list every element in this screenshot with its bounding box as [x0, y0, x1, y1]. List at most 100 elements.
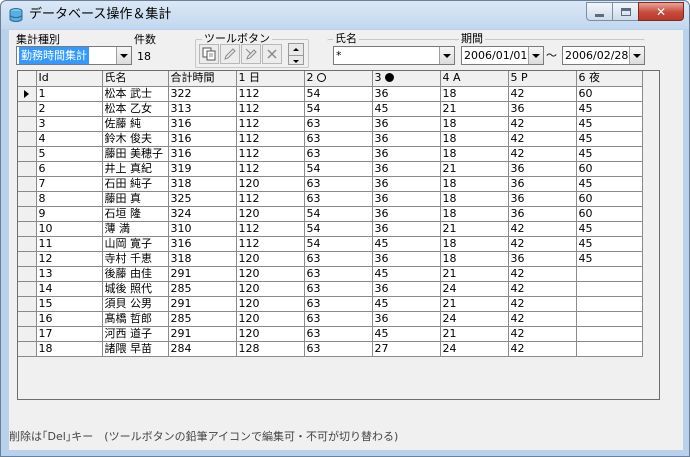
table-cell[interactable]: 17 [36, 326, 103, 342]
table-cell[interactable] [576, 281, 643, 297]
table-cell[interactable]: 36 [372, 146, 441, 162]
table-cell[interactable]: 319 [168, 161, 237, 177]
table-cell[interactable] [576, 266, 643, 282]
edit-locked-button[interactable] [241, 44, 261, 64]
table-cell[interactable]: 36 [372, 251, 441, 267]
table-cell[interactable]: 18 [440, 146, 509, 162]
column-header[interactable]: 1 日 [236, 71, 305, 87]
table-cell[interactable]: 42 [508, 146, 577, 162]
table-cell[interactable]: 21 [440, 101, 509, 117]
aggregation-select[interactable]: 勤務時間集計 [16, 46, 132, 65]
table-cell[interactable]: 諸隈 早苗 [102, 341, 169, 357]
table-cell[interactable]: 45 [372, 296, 441, 312]
row-spinner[interactable] [288, 43, 304, 65]
table-cell[interactable]: 45 [372, 326, 441, 342]
table-cell[interactable]: 291 [168, 266, 237, 282]
table-cell[interactable]: 18 [440, 206, 509, 222]
table-row[interactable]: 14 城後 照代 285 120 63 36 24 42 [18, 281, 643, 297]
table-cell[interactable]: 63 [304, 311, 373, 327]
column-header[interactable]: 氏名 [102, 71, 169, 87]
table-cell[interactable]: 16 [36, 311, 103, 327]
table-row[interactable]: 5 藤田 美穂子 316 112 63 36 18 42 45 [18, 146, 643, 162]
table-cell[interactable]: 42 [508, 296, 577, 312]
table-cell[interactable]: 井上 真紀 [102, 161, 169, 177]
column-header[interactable]: 3 [372, 71, 441, 87]
copy-button[interactable] [199, 44, 219, 64]
column-header[interactable]: Id [36, 71, 103, 87]
table-cell[interactable]: 寺村 千恵 [102, 251, 169, 267]
maximize-button[interactable] [612, 2, 639, 21]
row-selector[interactable] [18, 101, 37, 117]
row-selector-header[interactable] [18, 71, 37, 87]
table-cell[interactable]: 45 [576, 131, 643, 147]
table-cell[interactable]: 42 [508, 116, 577, 132]
column-header[interactable]: 合計時間 [168, 71, 237, 87]
table-cell[interactable]: 河西 道子 [102, 326, 169, 342]
table-cell[interactable]: 5 [36, 146, 103, 162]
row-selector[interactable] [18, 146, 37, 162]
table-row[interactable]: 15 須貝 公男 291 120 63 45 21 42 [18, 296, 643, 312]
chevron-down-icon[interactable] [116, 47, 131, 64]
table-cell[interactable]: 63 [304, 296, 373, 312]
table-cell[interactable]: 佐藤 純 [102, 116, 169, 132]
table-row[interactable]: 9 石垣 隆 324 120 54 36 18 36 60 [18, 206, 643, 222]
table-cell[interactable]: 285 [168, 281, 237, 297]
table-cell[interactable]: 120 [236, 296, 305, 312]
table-cell[interactable]: 21 [440, 221, 509, 237]
table-cell[interactable]: 63 [304, 176, 373, 192]
table-cell[interactable]: 36 [508, 191, 577, 207]
table-cell[interactable]: 21 [440, 326, 509, 342]
table-cell[interactable]: 112 [236, 221, 305, 237]
table-cell[interactable]: 112 [236, 101, 305, 117]
table-cell[interactable]: 1 [36, 86, 103, 102]
table-cell[interactable]: 112 [236, 146, 305, 162]
table-cell[interactable]: 45 [576, 101, 643, 117]
table-cell[interactable]: 45 [576, 176, 643, 192]
table-cell[interactable]: 45 [576, 146, 643, 162]
table-row[interactable]: 10 薄 満 310 112 54 36 21 42 45 [18, 221, 643, 237]
table-cell[interactable]: 18 [440, 116, 509, 132]
table-cell[interactable]: 112 [236, 131, 305, 147]
table-cell[interactable]: 27 [372, 341, 441, 357]
table-cell[interactable]: 石田 純子 [102, 176, 169, 192]
table-cell[interactable]: 42 [508, 281, 577, 297]
row-selector[interactable] [18, 341, 37, 357]
table-cell[interactable]: 24 [440, 341, 509, 357]
period-from-select[interactable]: 2006/01/01 [461, 46, 544, 65]
table-cell[interactable]: 36 [372, 191, 441, 207]
table-row[interactable]: 12 寺村 千恵 318 120 63 36 18 36 45 [18, 251, 643, 267]
column-header[interactable]: 6 夜 [576, 71, 643, 87]
row-selector[interactable] [18, 266, 37, 282]
name-select[interactable]: * [333, 46, 455, 65]
table-cell[interactable]: 120 [236, 176, 305, 192]
table-cell[interactable]: 60 [576, 86, 643, 102]
table-cell[interactable]: 325 [168, 191, 237, 207]
table-cell[interactable]: 藤田 美穂子 [102, 146, 169, 162]
spin-down-icon[interactable] [289, 55, 303, 66]
table-cell[interactable]: 63 [304, 116, 373, 132]
table-cell[interactable]: 42 [508, 86, 577, 102]
table-cell[interactable]: 112 [236, 86, 305, 102]
table-cell[interactable]: 18 [440, 191, 509, 207]
spin-up-icon[interactable] [289, 44, 303, 55]
table-cell[interactable]: 316 [168, 236, 237, 252]
table-cell[interactable]: 54 [304, 101, 373, 117]
row-selector[interactable] [18, 206, 37, 222]
table-cell[interactable]: 8 [36, 191, 103, 207]
table-cell[interactable]: 42 [508, 311, 577, 327]
table-cell[interactable]: 120 [236, 281, 305, 297]
table-cell[interactable]: 36 [372, 86, 441, 102]
table-cell[interactable]: 63 [304, 281, 373, 297]
row-selector[interactable] [18, 221, 37, 237]
table-row[interactable]: 2 松本 乙女 313 112 54 45 21 36 45 [18, 101, 643, 117]
table-cell[interactable]: 36 [372, 116, 441, 132]
table-cell[interactable]: 42 [508, 326, 577, 342]
table-cell[interactable]: 18 [440, 86, 509, 102]
table-row[interactable]: 18 諸隈 早苗 284 128 63 27 24 42 [18, 341, 643, 357]
table-cell[interactable]: 45 [372, 101, 441, 117]
table-cell[interactable]: 63 [304, 341, 373, 357]
table-cell[interactable]: 316 [168, 116, 237, 132]
row-selector[interactable] [18, 191, 37, 207]
table-cell[interactable]: 15 [36, 296, 103, 312]
table-cell[interactable]: 112 [236, 161, 305, 177]
